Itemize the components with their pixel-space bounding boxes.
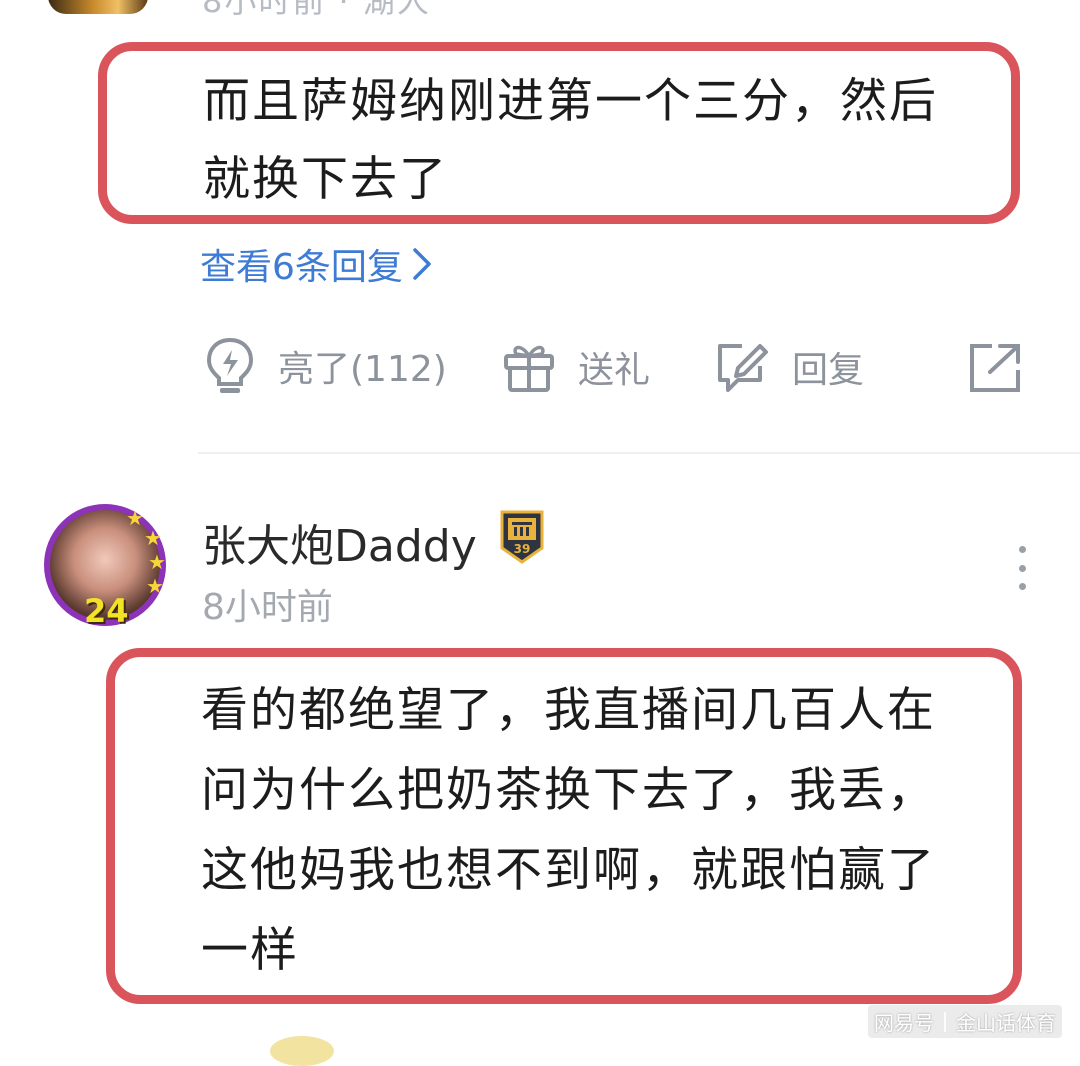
chevron-right-icon <box>413 248 431 280</box>
previous-avatar[interactable] <box>48 0 148 14</box>
like-count: 亮了(112) <box>278 349 447 390</box>
badge-icon <box>500 510 544 564</box>
share-icon <box>970 344 1020 392</box>
dot <box>1018 564 1026 572</box>
next-avatar[interactable] <box>270 1036 334 1066</box>
badge-level: 39 <box>513 542 531 556</box>
like-button[interactable]: 亮了(112) <box>204 336 447 396</box>
edit-reply-icon <box>718 344 768 392</box>
user-avatar[interactable]: ★ ★ ★ ★ 24 <box>44 504 166 630</box>
watermark: 网易号 金山话体育 <box>868 1005 1062 1038</box>
level-badge: 39 <box>496 508 548 566</box>
share-button[interactable] <box>968 340 1024 394</box>
gift-icon <box>504 345 554 392</box>
comment-highlight-box: 看的都绝望了，我直播间几百人在 问为什么把奶茶换下去了，我丢， 这他妈我也想不到… <box>106 648 1022 1004</box>
watermark-separator <box>944 1011 946 1032</box>
view-replies-link[interactable]: 查看6条回复 <box>200 238 433 290</box>
previous-comment-meta: 8小时前 · 湖人 <box>202 0 431 20</box>
reply-button[interactable]: 回复 <box>714 340 864 394</box>
comment-text: 看的都绝望了，我直播间几百人在 问为什么把奶茶换下去了，我丢， 这他妈我也想不到… <box>201 683 936 978</box>
star-icon: ★ <box>148 550 166 574</box>
comment-divider <box>198 452 1080 454</box>
watermark-source: 网易号 <box>874 1011 934 1035</box>
star-icon: ★ <box>126 506 144 530</box>
comment-timestamp: 8小时前 <box>202 587 333 628</box>
avatar-number: 24 <box>84 592 129 630</box>
star-icon: ★ <box>146 574 164 598</box>
gift-label: 送礼 <box>578 350 651 391</box>
watermark-author: 金山话体育 <box>956 1011 1056 1035</box>
dot <box>1018 546 1026 553</box>
comment-highlight-box: 而且萨姆纳刚进第一个三分，然后 就换下去了 <box>98 42 1020 224</box>
star-icon: ★ <box>144 526 162 550</box>
lightbulb-icon <box>206 337 254 393</box>
reply-label: 回复 <box>792 350 865 391</box>
comment-text: 而且萨姆纳刚进第一个三分，然后 就换下去了 <box>203 74 938 207</box>
dot <box>1018 583 1026 590</box>
username[interactable]: 张大炮Daddy <box>202 510 477 574</box>
more-options-button[interactable] <box>1010 546 1034 590</box>
view-replies-label: 查看6条回复 <box>200 247 403 288</box>
gift-button[interactable]: 送礼 <box>502 340 650 394</box>
